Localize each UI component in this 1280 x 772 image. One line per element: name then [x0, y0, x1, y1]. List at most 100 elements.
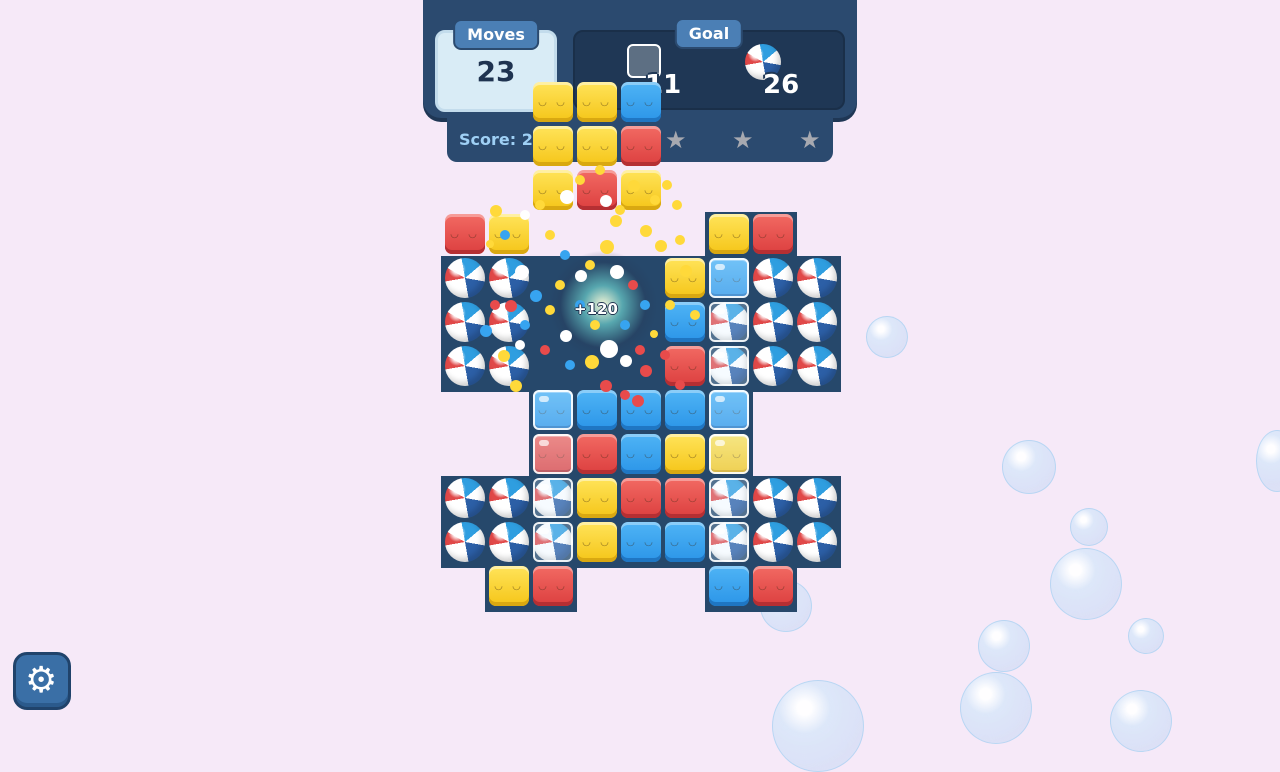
beach-ball-tile[interactable]: [753, 478, 793, 518]
particle: [610, 215, 622, 227]
red-block-tile[interactable]: ◡ ◡: [665, 478, 705, 518]
tile-face-icon: ◡ ◡: [582, 97, 612, 108]
beach-ball-tile[interactable]: [753, 302, 793, 342]
particle: [560, 330, 572, 342]
yellow-block-tile[interactable]: ◡ ◡: [533, 126, 573, 166]
beach-ball-tile[interactable]: [445, 258, 485, 298]
particle: [585, 355, 599, 369]
red-block-tile[interactable]: ◡ ◡: [753, 566, 793, 606]
tile-face-icon: ◡ ◡: [758, 229, 788, 240]
beach-ball-tile[interactable]: [797, 478, 837, 518]
yellow-block-tile[interactable]: ◡ ◡: [577, 478, 617, 518]
particle: [675, 235, 685, 245]
blue-block-tile[interactable]: ◡ ◡: [709, 566, 749, 606]
particle: [620, 390, 630, 400]
yellow-block-tile[interactable]: ◡ ◡: [533, 82, 573, 122]
tile-face-icon: ◡ ◡: [538, 141, 568, 152]
particle: [690, 310, 700, 320]
particle: [545, 230, 555, 240]
yellow-block-tile[interactable]: ◡ ◡: [577, 126, 617, 166]
tile-face-icon: ◡ ◡: [582, 141, 612, 152]
tile-face-icon: ◡ ◡: [626, 141, 656, 152]
red-block-tile[interactable]: ◡ ◡: [577, 434, 617, 474]
tile-face-icon: ◡ ◡: [538, 97, 568, 108]
beach-ball-tile[interactable]: [445, 522, 485, 562]
blue-block-tile[interactable]: ◡ ◡: [621, 522, 661, 562]
particle: [486, 240, 494, 248]
gear-icon: ⚙: [25, 660, 58, 701]
particle: [505, 300, 517, 312]
blue-block-tile[interactable]: ◡ ◡: [665, 522, 705, 562]
yellow-block-tile[interactable]: ◡ ◡: [577, 82, 617, 122]
particle: [595, 165, 605, 175]
beach-ball-tile[interactable]: [797, 346, 837, 386]
yellow-block-tile[interactable]: ◡ ◡: [665, 434, 705, 474]
red-block-tile[interactable]: ◡ ◡: [665, 346, 705, 386]
particle: [565, 360, 575, 370]
blue-block-tile[interactable]: ◡ ◡: [577, 390, 617, 430]
beach-ball-tile[interactable]: [797, 258, 837, 298]
particle: [500, 230, 510, 240]
tile-face-icon: ◡ ◡: [626, 405, 656, 416]
particle: [560, 250, 570, 260]
red-block-tile[interactable]: ◡ ◡: [533, 566, 573, 606]
beach-ball-tile[interactable]: [445, 346, 485, 386]
yellow-block-tile[interactable]: ◡ ◡: [489, 566, 529, 606]
settings-button[interactable]: ⚙: [13, 652, 71, 710]
particle: [575, 270, 587, 282]
particle: [675, 380, 685, 390]
particle: [650, 195, 660, 205]
tile-face-icon: ◡ ◡: [714, 229, 744, 240]
particle: [655, 240, 667, 252]
beach-ball-tile[interactable]: [753, 522, 793, 562]
beach-ball-tile[interactable]: [753, 258, 793, 298]
beach-ball-tile[interactable]: [445, 478, 485, 518]
beach-ball-tile[interactable]: [753, 346, 793, 386]
score-popup: +120: [574, 300, 618, 318]
particle: [515, 265, 529, 279]
red-block-tile[interactable]: ◡ ◡: [753, 214, 793, 254]
particle: [540, 345, 550, 355]
ice-block-overlay: [709, 434, 749, 474]
particle: [600, 380, 612, 392]
particle: [590, 320, 600, 330]
particle: [635, 345, 645, 355]
blue-block-tile[interactable]: ◡ ◡: [621, 434, 661, 474]
tile-face-icon: ◡ ◡: [626, 97, 656, 108]
particle: [535, 200, 545, 210]
tile-face-icon: ◡ ◡: [714, 581, 744, 592]
ice-block-overlay: [709, 390, 749, 430]
beach-ball-tile[interactable]: [489, 478, 529, 518]
blue-block-tile[interactable]: ◡ ◡: [621, 82, 661, 122]
blue-block-tile[interactable]: ◡ ◡: [665, 390, 705, 430]
beach-ball-tile[interactable]: [489, 522, 529, 562]
ice-block-overlay: [709, 346, 749, 386]
ice-block-overlay: [709, 522, 749, 562]
ice-block-overlay: [533, 434, 573, 474]
tile-face-icon: ◡ ◡: [538, 581, 568, 592]
tile-face-icon: ◡ ◡: [670, 317, 700, 328]
yellow-block-tile[interactable]: ◡ ◡: [577, 522, 617, 562]
particle: [600, 240, 614, 254]
beach-ball-tile[interactable]: [445, 302, 485, 342]
tile-face-icon: ◡ ◡: [670, 405, 700, 416]
ice-block-overlay: [709, 258, 749, 298]
yellow-block-tile[interactable]: ◡ ◡: [709, 214, 749, 254]
yellow-block-tile[interactable]: ◡ ◡: [665, 258, 705, 298]
particle: [628, 280, 638, 290]
tile-face-icon: ◡ ◡: [450, 229, 480, 240]
red-block-tile[interactable]: ◡ ◡: [445, 214, 485, 254]
tile-face-icon: ◡ ◡: [758, 581, 788, 592]
tile-face-icon: ◡ ◡: [494, 581, 524, 592]
red-block-tile[interactable]: ◡ ◡: [621, 126, 661, 166]
ice-block-overlay: [709, 478, 749, 518]
particle: [640, 225, 652, 237]
red-block-tile[interactable]: ◡ ◡: [621, 478, 661, 518]
beach-ball-tile[interactable]: [797, 302, 837, 342]
tile-face-icon: ◡ ◡: [582, 537, 612, 548]
beach-ball-tile[interactable]: [797, 522, 837, 562]
particle: [490, 300, 500, 310]
ice-block-overlay: [709, 302, 749, 342]
particle: [498, 350, 510, 362]
tile-face-icon: ◡ ◡: [670, 537, 700, 548]
